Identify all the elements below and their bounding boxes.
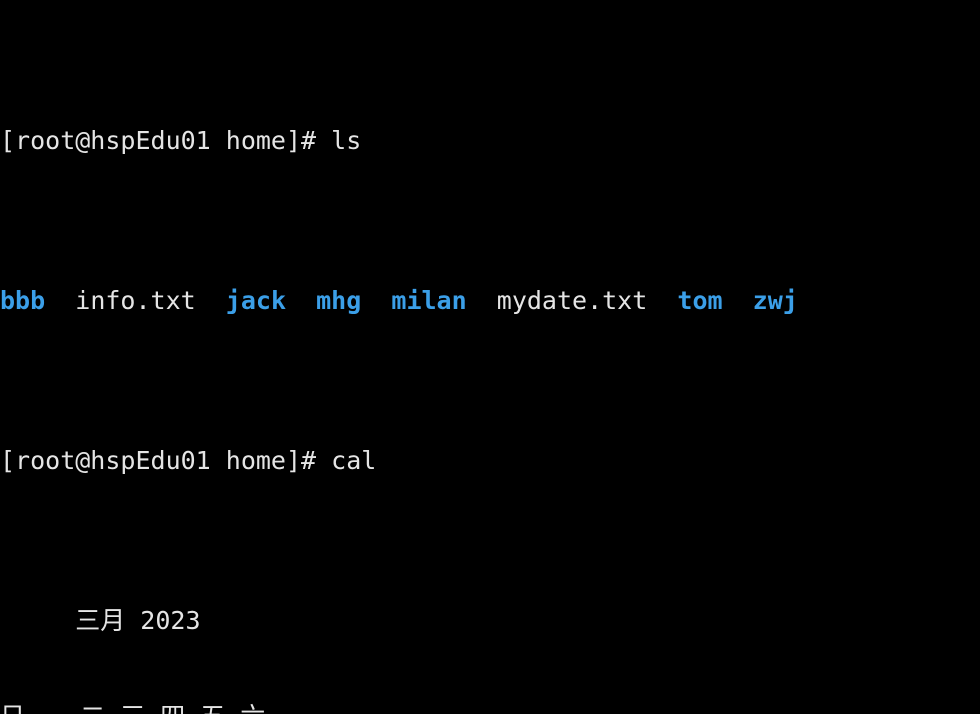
terminal-line-prompt-cal: [root@hspEdu01 home]# cal [0,445,980,477]
ls-output-first: bbb info.txt jack mhg milan mydate.txt t… [0,285,980,317]
ls-separator [723,286,753,315]
shell-prompt: [root@hspEdu01 home]# [0,446,332,475]
ls-entry-tom[interactable]: tom [677,286,722,315]
ls-entry-jack[interactable]: jack [226,286,286,315]
ls-entry-bbb[interactable]: bbb [0,286,45,315]
ls-separator [45,286,75,315]
command-ls-1: ls [331,126,362,155]
ls-separator [196,286,226,315]
ls-separator [286,286,316,315]
ls-entry-zwj[interactable]: zwj [753,286,798,315]
ls-separator [647,286,677,315]
ls-separator [467,286,497,315]
terminal-screen[interactable]: [root@hspEdu01 home]# ls bbb info.txt ja… [0,0,980,714]
shell-prompt: [root@hspEdu01 home]# [0,126,332,155]
calendar-month-title-1: 三月 2023 [0,606,201,635]
ls-entry-mhg[interactable]: mhg [316,286,361,315]
terminal-line-prompt-ls-1: [root@hspEdu01 home]# ls [0,125,980,157]
command-cal: cal [331,446,377,475]
ls-entry-mydate-txt[interactable]: mydate.txt [497,286,648,315]
calendar-weekday-header-1: 日 一 二 三 四 五 六 [0,701,980,714]
ls-separator [361,286,391,315]
ls-entry-milan[interactable]: milan [391,286,466,315]
ls-entry-info-txt[interactable]: info.txt [75,286,195,315]
